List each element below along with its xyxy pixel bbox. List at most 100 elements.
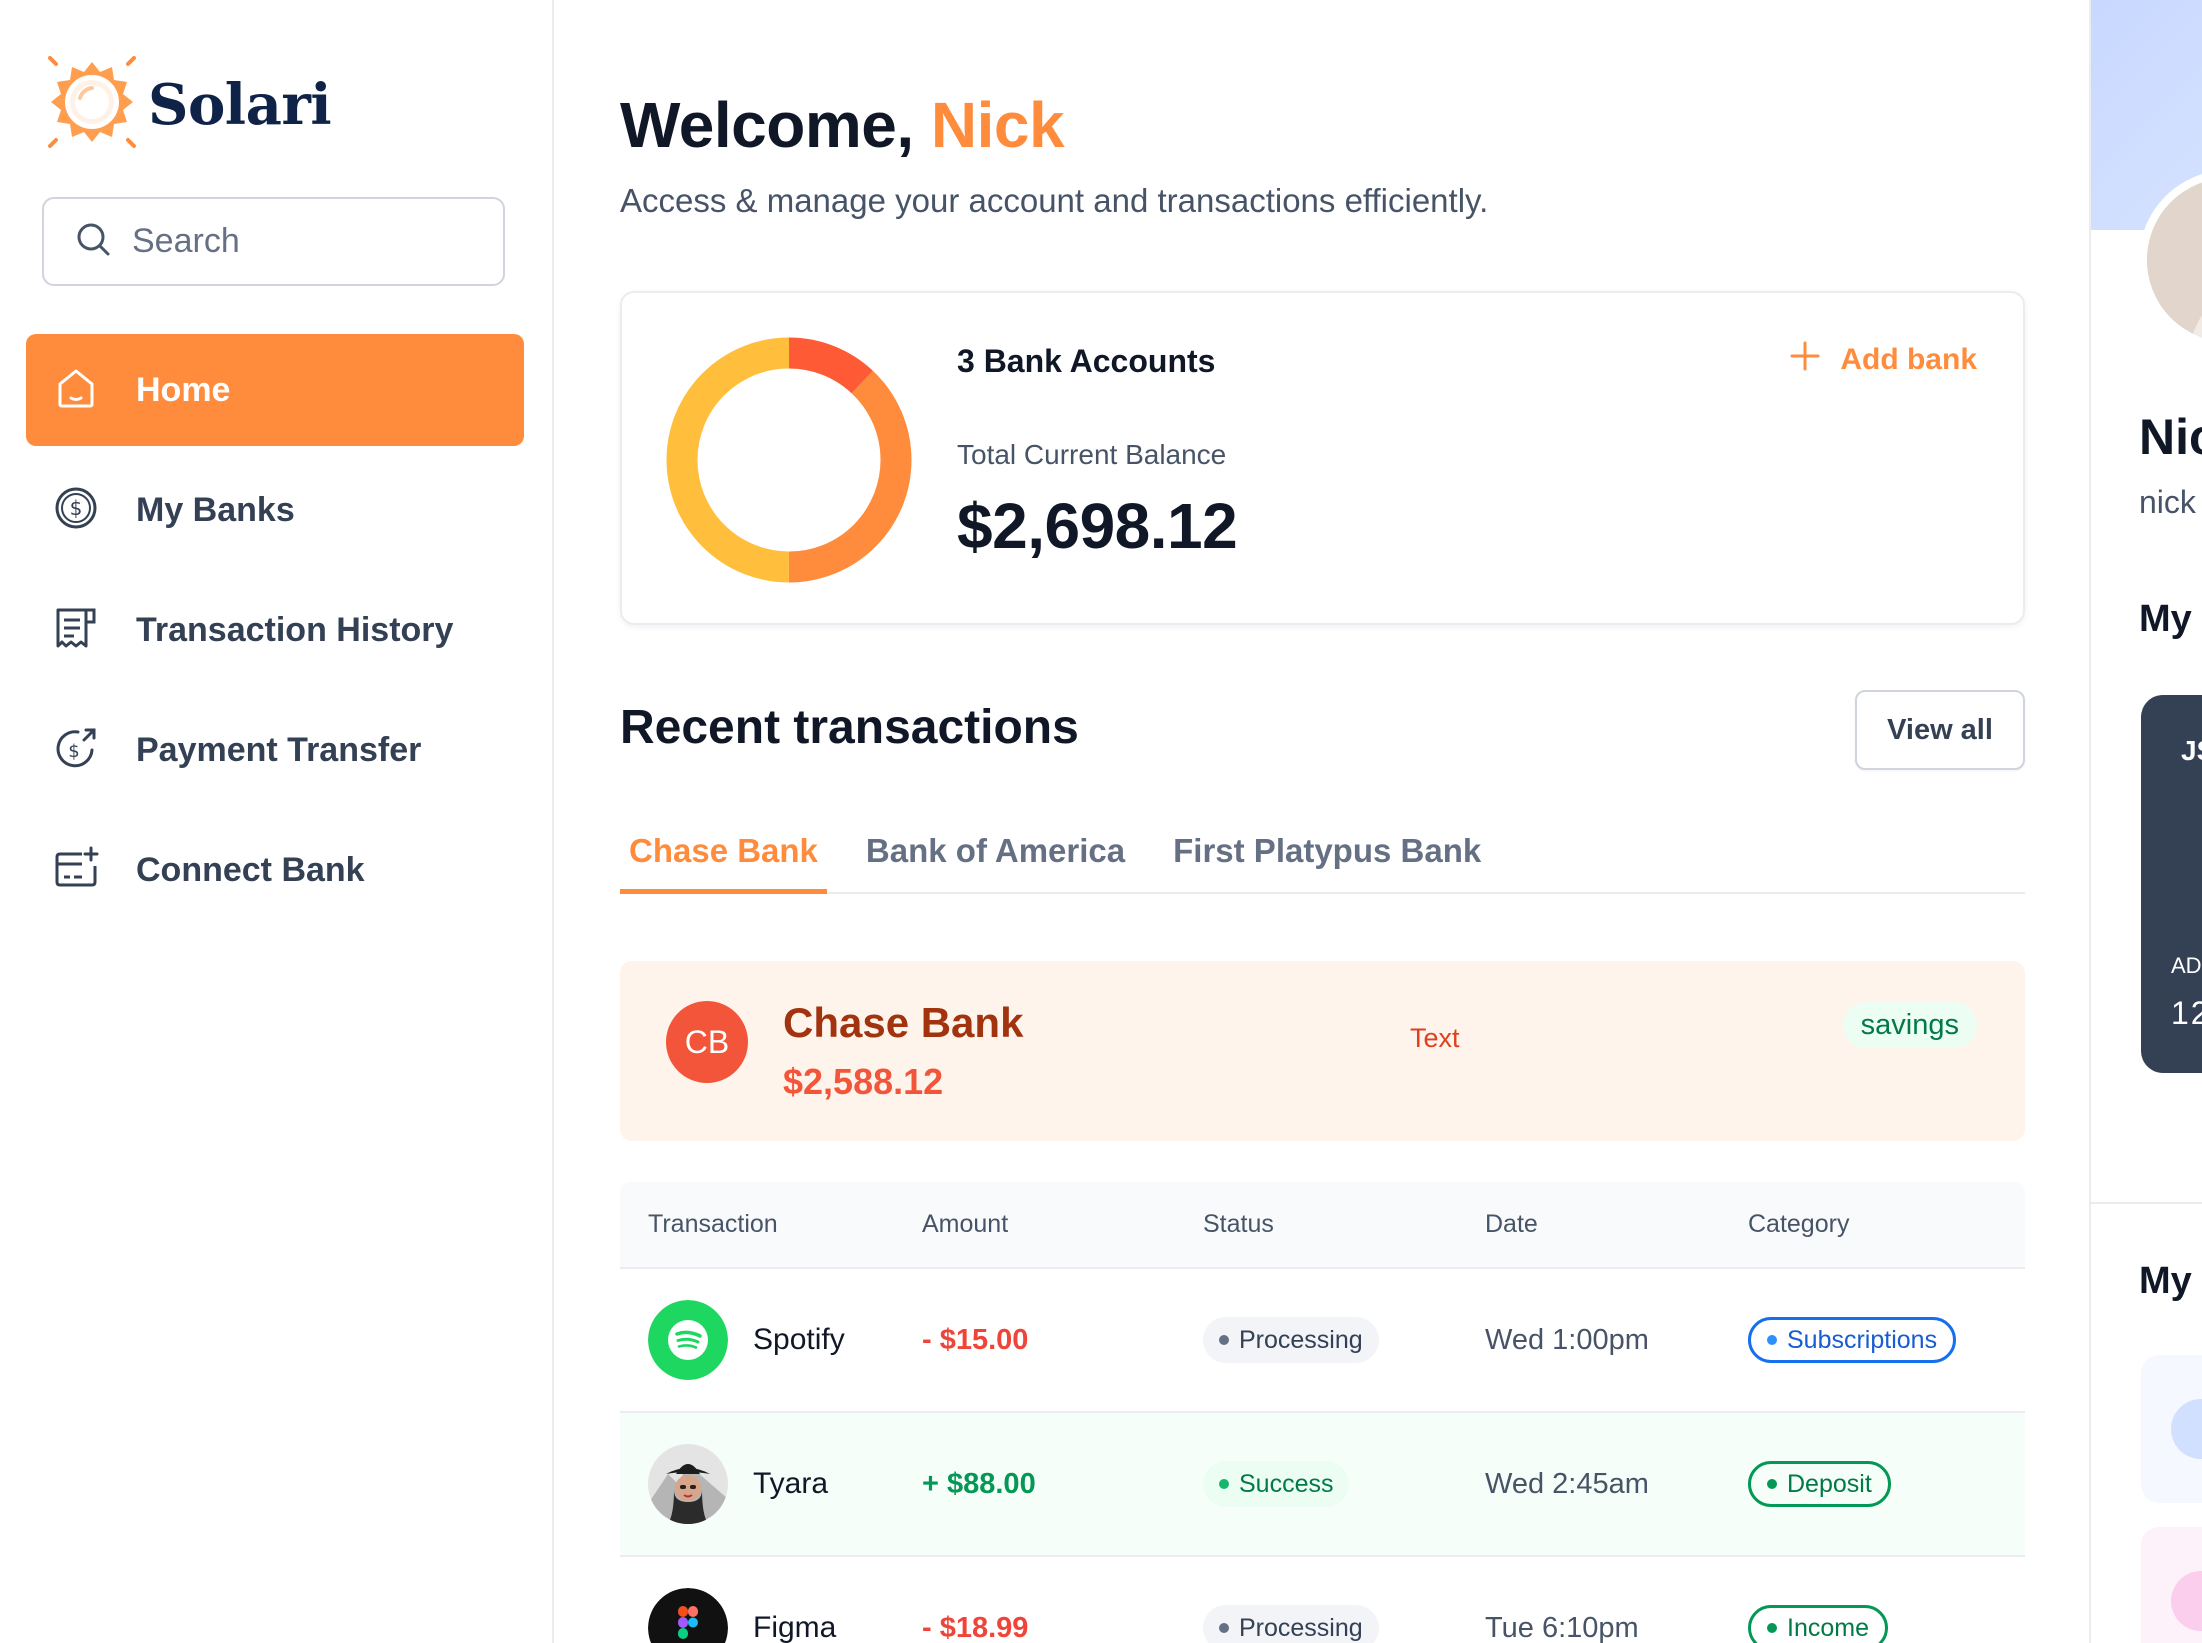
budget-category-icon (2171, 1571, 2202, 1631)
amount-cell: - $18.99 (922, 1612, 1203, 1643)
brand-name: Solari (148, 71, 332, 138)
total-balance-label: Total Current Balance (957, 439, 1227, 470)
svg-text:$: $ (70, 496, 83, 520)
transaction-date: Wed 2:45am (1485, 1467, 1649, 1500)
category-text: Income (1787, 1613, 1869, 1642)
page-subtitle: Access & manage your account and transac… (620, 182, 1489, 219)
total-balance-card: 3 Bank Accounts Total Current Balance $2… (620, 291, 2025, 625)
date-cell: Wed 2:45am (1485, 1468, 1748, 1501)
sidebar-item-connect-bank[interactable]: Connect Bank (26, 814, 524, 926)
receipt-icon (52, 604, 100, 657)
category-text: Subscriptions (1787, 1325, 1938, 1354)
tab-bank-of-america[interactable]: Bank of America (857, 820, 1134, 894)
tab-first-platypus-bank[interactable]: First Platypus Bank (1164, 820, 1490, 894)
transactions-table: Transaction Amount Status Date Category … (620, 1182, 2025, 1643)
credit-card-add-icon (52, 844, 100, 897)
category-badge: Deposit (1748, 1461, 1891, 1507)
column-header-status: Status (1203, 1210, 1274, 1238)
status-badge: Success (1203, 1461, 1350, 1507)
my-budgets-title: My (2139, 1260, 2192, 1302)
plus-icon (1788, 339, 1840, 381)
transaction-name: Figma (753, 1611, 837, 1643)
transaction-cell: Figma (620, 1588, 922, 1643)
figma-logo-icon (648, 1588, 728, 1643)
category-cell: Income (1748, 1605, 2025, 1643)
user-first-name: Nick (930, 89, 1065, 161)
balance-donut-chart (666, 337, 912, 583)
bank-balance: $2,588.12 (783, 1061, 944, 1102)
bank-card[interactable]: JS AD 12 (2141, 695, 2202, 1073)
total-balance-amount: $2,698.12 (957, 490, 1238, 562)
amount-cell: - $15.00 (922, 1324, 1203, 1357)
card-number-text: 12 (2171, 995, 2202, 1031)
sidebar-item-my-banks[interactable]: $ My Banks (26, 454, 524, 566)
budget-item[interactable] (2141, 1527, 2202, 1643)
category-cell: Deposit (1748, 1461, 2025, 1507)
sidebar: Solari Home $ My Banks (0, 0, 554, 1643)
bank-name: Chase Bank (783, 999, 1024, 1046)
account-type-badge: savings (1842, 1002, 1977, 1048)
profile-email: nick (2139, 484, 2196, 520)
recent-transactions-title: Recent transactions (620, 701, 1079, 754)
column-header-date: Date (1485, 1210, 1538, 1238)
category-dot-icon (1767, 1479, 1777, 1489)
sidebar-item-home[interactable]: Home (26, 334, 524, 446)
greeting-text: Welcome, (620, 89, 914, 161)
category-dot-icon (1767, 1335, 1777, 1345)
status-cell: Processing (1203, 1317, 1485, 1363)
status-text: Success (1239, 1469, 1334, 1498)
status-dot-icon (1219, 1335, 1229, 1345)
user-photo-avatar (648, 1444, 728, 1524)
add-bank-button[interactable]: Add bank (1788, 339, 1977, 381)
table-row[interactable]: Tyara + $88.00 Success Wed 2:45am Deposi… (620, 1413, 2025, 1557)
transaction-cell: Tyara (620, 1444, 922, 1524)
transaction-name: Tyara (753, 1467, 829, 1500)
sidebar-item-payment-transfer[interactable]: $ Payment Transfer (26, 694, 524, 806)
card-holder-text: JS (2181, 735, 2202, 766)
sidebar-item-label: Home (136, 370, 231, 409)
page-title: Welcome, Nick (620, 88, 1065, 162)
category-badge: Subscriptions (1748, 1317, 1957, 1363)
panel-divider (2091, 1202, 2202, 1204)
home-icon (52, 364, 100, 417)
view-all-button[interactable]: View all (1855, 690, 2025, 770)
date-cell: Wed 1:00pm (1485, 1324, 1748, 1357)
sidebar-nav: Home $ My Banks Transaction History $ Pa… (26, 334, 524, 934)
bank-initials-avatar: CB (666, 1001, 748, 1083)
status-badge: Processing (1203, 1317, 1379, 1363)
search-box[interactable] (42, 197, 505, 286)
status-badge: Processing (1203, 1605, 1379, 1643)
svg-text:$: $ (68, 741, 79, 762)
profile-panel: Nic nick My JS AD 12 My (2089, 0, 2202, 1643)
status-dot-icon (1219, 1479, 1229, 1489)
table-row[interactable]: Figma - $18.99 Processing Tue 6:10pm Inc… (620, 1557, 2025, 1643)
app-page: Solari Home $ My Banks (0, 0, 2202, 1643)
status-text: Processing (1239, 1613, 1363, 1642)
category-badge: Income (1748, 1605, 1888, 1643)
budget-category-icon (2171, 1399, 2202, 1459)
transaction-cell: Spotify (620, 1300, 922, 1380)
category-cell: Subscriptions (1748, 1317, 2025, 1363)
status-dot-icon (1219, 1623, 1229, 1633)
dollar-circle-icon: $ (52, 484, 100, 537)
status-cell: Success (1203, 1461, 1485, 1507)
brand[interactable]: Solari (40, 50, 332, 159)
card-label-text: AD (2171, 953, 2202, 978)
selected-bank-banner[interactable]: CB Chase Bank $2,588.12 Text savings (620, 961, 2025, 1141)
status-text: Processing (1239, 1325, 1363, 1354)
sidebar-item-transaction-history[interactable]: Transaction History (26, 574, 524, 686)
bank-count-label: 3 Bank Accounts (957, 343, 1216, 379)
date-cell: Tue 6:10pm (1485, 1612, 1748, 1643)
add-bank-label: Add bank (1840, 343, 1977, 376)
table-row[interactable]: Spotify - $15.00 Processing Wed 1:00pm S… (620, 1269, 2025, 1413)
sidebar-item-label: Connect Bank (136, 850, 365, 889)
category-text: Deposit (1787, 1469, 1872, 1498)
budget-item[interactable] (2141, 1355, 2202, 1503)
tab-chase-bank[interactable]: Chase Bank (620, 820, 827, 894)
column-header-amount: Amount (922, 1210, 1009, 1238)
transaction-amount: + $88.00 (922, 1467, 1036, 1500)
profile-name: Nic (2139, 409, 2202, 465)
sidebar-item-label: My Banks (136, 490, 295, 529)
search-input[interactable] (132, 222, 472, 261)
bank-placeholder-text: Text (1410, 1023, 1460, 1053)
